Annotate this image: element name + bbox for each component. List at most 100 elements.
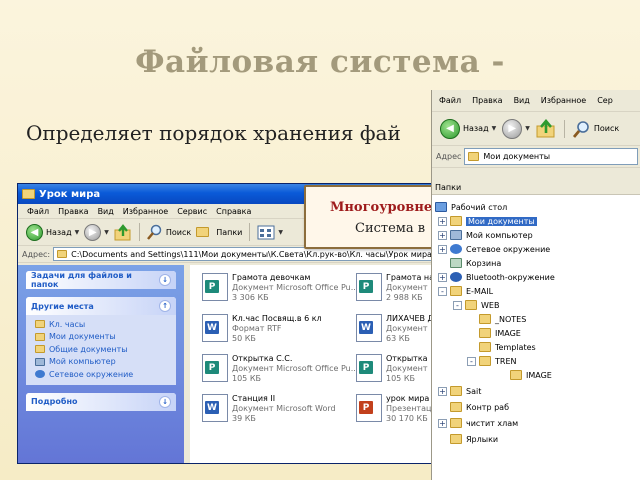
tree-item-chistit-hlam[interactable]: + чистит хлам bbox=[438, 416, 518, 430]
address-input[interactable]: Мои документы bbox=[464, 148, 638, 165]
chevron-up-icon[interactable]: ↑ bbox=[159, 300, 171, 312]
expand-icon[interactable]: + bbox=[438, 386, 447, 396]
address-input[interactable]: C:\Documents and Settings\111\Мои докуме… bbox=[53, 247, 446, 261]
up-folder-button[interactable] bbox=[536, 119, 556, 138]
file-type: Документ Microsoft Office Pu... bbox=[232, 364, 359, 373]
place-link[interactable]: Мои документы bbox=[35, 331, 171, 344]
file-item[interactable]: P Открытка С.С. Документ Microsoft Office… bbox=[202, 354, 358, 388]
dropdown-caret-icon: ▼ bbox=[104, 228, 109, 236]
tree-item-recycle-bin[interactable]: Корзина bbox=[450, 256, 501, 270]
back-arrow-icon: ◀ bbox=[440, 118, 460, 139]
publisher-icon: P bbox=[356, 354, 382, 382]
menu-view[interactable]: Вид bbox=[98, 207, 114, 216]
network-icon bbox=[35, 370, 45, 379]
folder-icon bbox=[450, 286, 462, 296]
computer-icon bbox=[35, 357, 45, 366]
window-title: Урок мира bbox=[39, 188, 101, 200]
menu-file[interactable]: Файл bbox=[439, 96, 461, 105]
menu-tools[interactable]: Сер bbox=[597, 96, 613, 105]
folder-icon bbox=[450, 402, 462, 412]
tree-item-network[interactable]: + Сетевое окружение bbox=[438, 242, 550, 256]
tree-item-yarlyki[interactable]: Ярлыки bbox=[450, 432, 498, 446]
place-link[interactable]: Общие документы bbox=[35, 343, 171, 356]
folder-tree-header: Папки bbox=[432, 180, 640, 195]
forward-button[interactable]: ▶ ▼ bbox=[84, 223, 109, 241]
my-documents-icon bbox=[450, 216, 462, 226]
expand-icon[interactable]: + bbox=[438, 216, 447, 226]
tree-item-label: Bluetooth-окружение bbox=[466, 272, 555, 282]
dropdown-caret-icon: ▼ bbox=[278, 228, 284, 236]
desktop-icon bbox=[435, 202, 447, 212]
chevron-down-icon[interactable]: ↓ bbox=[159, 274, 171, 286]
task-pane: Задачи для файлов и папок ↓ Другие места… bbox=[18, 265, 184, 463]
expand-icon[interactable]: + bbox=[438, 244, 447, 254]
file-item[interactable]: W Станция II Документ Microsoft Word 39 КБ bbox=[202, 394, 336, 428]
panel-other-places-body: Кл. часы Мои документы Общие документы М… bbox=[26, 315, 176, 385]
tree-item-bluetooth[interactable]: + Bluetooth-окружение bbox=[438, 270, 555, 284]
collapse-icon[interactable]: - bbox=[438, 286, 447, 296]
menu-favorites[interactable]: Избранное bbox=[123, 207, 168, 216]
address-label: Адрес: bbox=[22, 249, 51, 259]
tree-item-image[interactable]: IMAGE bbox=[479, 326, 521, 340]
folders-button[interactable]: Папки bbox=[196, 227, 242, 237]
menu-help[interactable]: Справка bbox=[216, 207, 251, 216]
file-item[interactable]: W ЛИХАЧЕВ Д Документ 63 КБ bbox=[356, 314, 434, 348]
place-link[interactable]: Кл. часы bbox=[35, 318, 171, 331]
expand-icon[interactable]: + bbox=[438, 418, 447, 428]
bluetooth-icon bbox=[450, 272, 462, 282]
folder-icon bbox=[57, 250, 68, 258]
file-item[interactable]: P Грамота на Документ 2 988 КБ bbox=[356, 273, 434, 307]
file-item[interactable]: P Грамота девочкам Документ Microsoft Off… bbox=[202, 273, 358, 307]
menu-view[interactable]: Вид bbox=[514, 96, 530, 105]
tree-item-desktop[interactable]: Рабочий стол bbox=[435, 200, 507, 214]
chevron-down-icon[interactable]: ↓ bbox=[159, 395, 171, 408]
file-name: ЛИХАЧЕВ Д bbox=[386, 314, 434, 323]
file-item[interactable]: W Кл.час Посвящ.в 6 кл Формат RTF 50 КБ bbox=[202, 314, 322, 348]
collapse-icon[interactable]: - bbox=[453, 300, 462, 310]
back-button[interactable]: ◀ Назад ▼ bbox=[26, 223, 79, 241]
panel-details-header[interactable]: Подробно ↓ bbox=[26, 392, 176, 411]
tree-item-web[interactable]: - WEB bbox=[453, 298, 499, 312]
tree-item-tren[interactable]: - TREN bbox=[467, 354, 516, 368]
menu-edit[interactable]: Правка bbox=[472, 96, 502, 105]
back-button[interactable]: ◀ Назад ▼ bbox=[440, 118, 497, 139]
expand-icon[interactable]: + bbox=[438, 230, 447, 240]
my-documents-icon bbox=[468, 152, 480, 161]
panel-other-places-header[interactable]: Другие места ↑ bbox=[26, 297, 176, 315]
tree-item-my-documents[interactable]: + Мои документы bbox=[438, 214, 537, 228]
panel-tasks-header[interactable]: Задачи для файлов и папок ↓ bbox=[26, 271, 176, 289]
word-icon: W bbox=[202, 394, 228, 422]
panel-tasks: Задачи для файлов и папок ↓ bbox=[26, 271, 176, 289]
tree-item-email[interactable]: - E-MAIL bbox=[438, 284, 493, 298]
tree-item-my-computer[interactable]: + Мой компьютер bbox=[438, 228, 533, 242]
search-button[interactable]: Поиск bbox=[146, 224, 191, 240]
dropdown-caret-icon: ▼ bbox=[491, 125, 497, 132]
menu-edit[interactable]: Правка bbox=[58, 207, 88, 216]
file-name: Открытка С.С. bbox=[232, 354, 293, 363]
place-link[interactable]: Мой компьютер bbox=[35, 356, 171, 369]
search-button[interactable]: Поиск bbox=[572, 120, 620, 138]
forward-button[interactable]: ▶ ▼ bbox=[502, 118, 530, 139]
expand-icon[interactable]: + bbox=[438, 272, 447, 282]
place-link[interactable]: Сетевое окружение bbox=[35, 368, 171, 381]
views-icon bbox=[257, 225, 275, 239]
search-label: Поиск bbox=[593, 124, 620, 133]
tree-item-tren-image[interactable]: IMAGE bbox=[510, 368, 552, 382]
tree-item-label: Мои документы bbox=[466, 216, 537, 226]
tree-item-notes[interactable]: _NOTES bbox=[479, 312, 526, 326]
up-folder-button[interactable] bbox=[114, 223, 132, 241]
tree-item-kontr-rab[interactable]: Контр раб bbox=[450, 400, 509, 414]
menu-tools[interactable]: Сервис bbox=[177, 207, 207, 216]
place-label: Сетевое окружение bbox=[49, 369, 134, 379]
file-item[interactable]: P Открытка Документ 105 КБ bbox=[356, 354, 428, 388]
toolbar-separator bbox=[249, 223, 251, 241]
file-item[interactable]: P урок мира - Презентация 30 170 КБ bbox=[356, 394, 441, 428]
collapse-icon[interactable]: - bbox=[467, 356, 476, 366]
menu-favorites[interactable]: Избранное bbox=[541, 96, 586, 105]
file-size: 50 КБ bbox=[232, 334, 256, 343]
menu-file[interactable]: Файл bbox=[27, 207, 49, 216]
views-button[interactable]: ▼ bbox=[257, 225, 283, 240]
tree-item-label: _NOTES bbox=[495, 314, 527, 324]
tree-item-sait[interactable]: + Sait bbox=[438, 384, 481, 398]
tree-item-templates[interactable]: Templates bbox=[479, 340, 536, 354]
